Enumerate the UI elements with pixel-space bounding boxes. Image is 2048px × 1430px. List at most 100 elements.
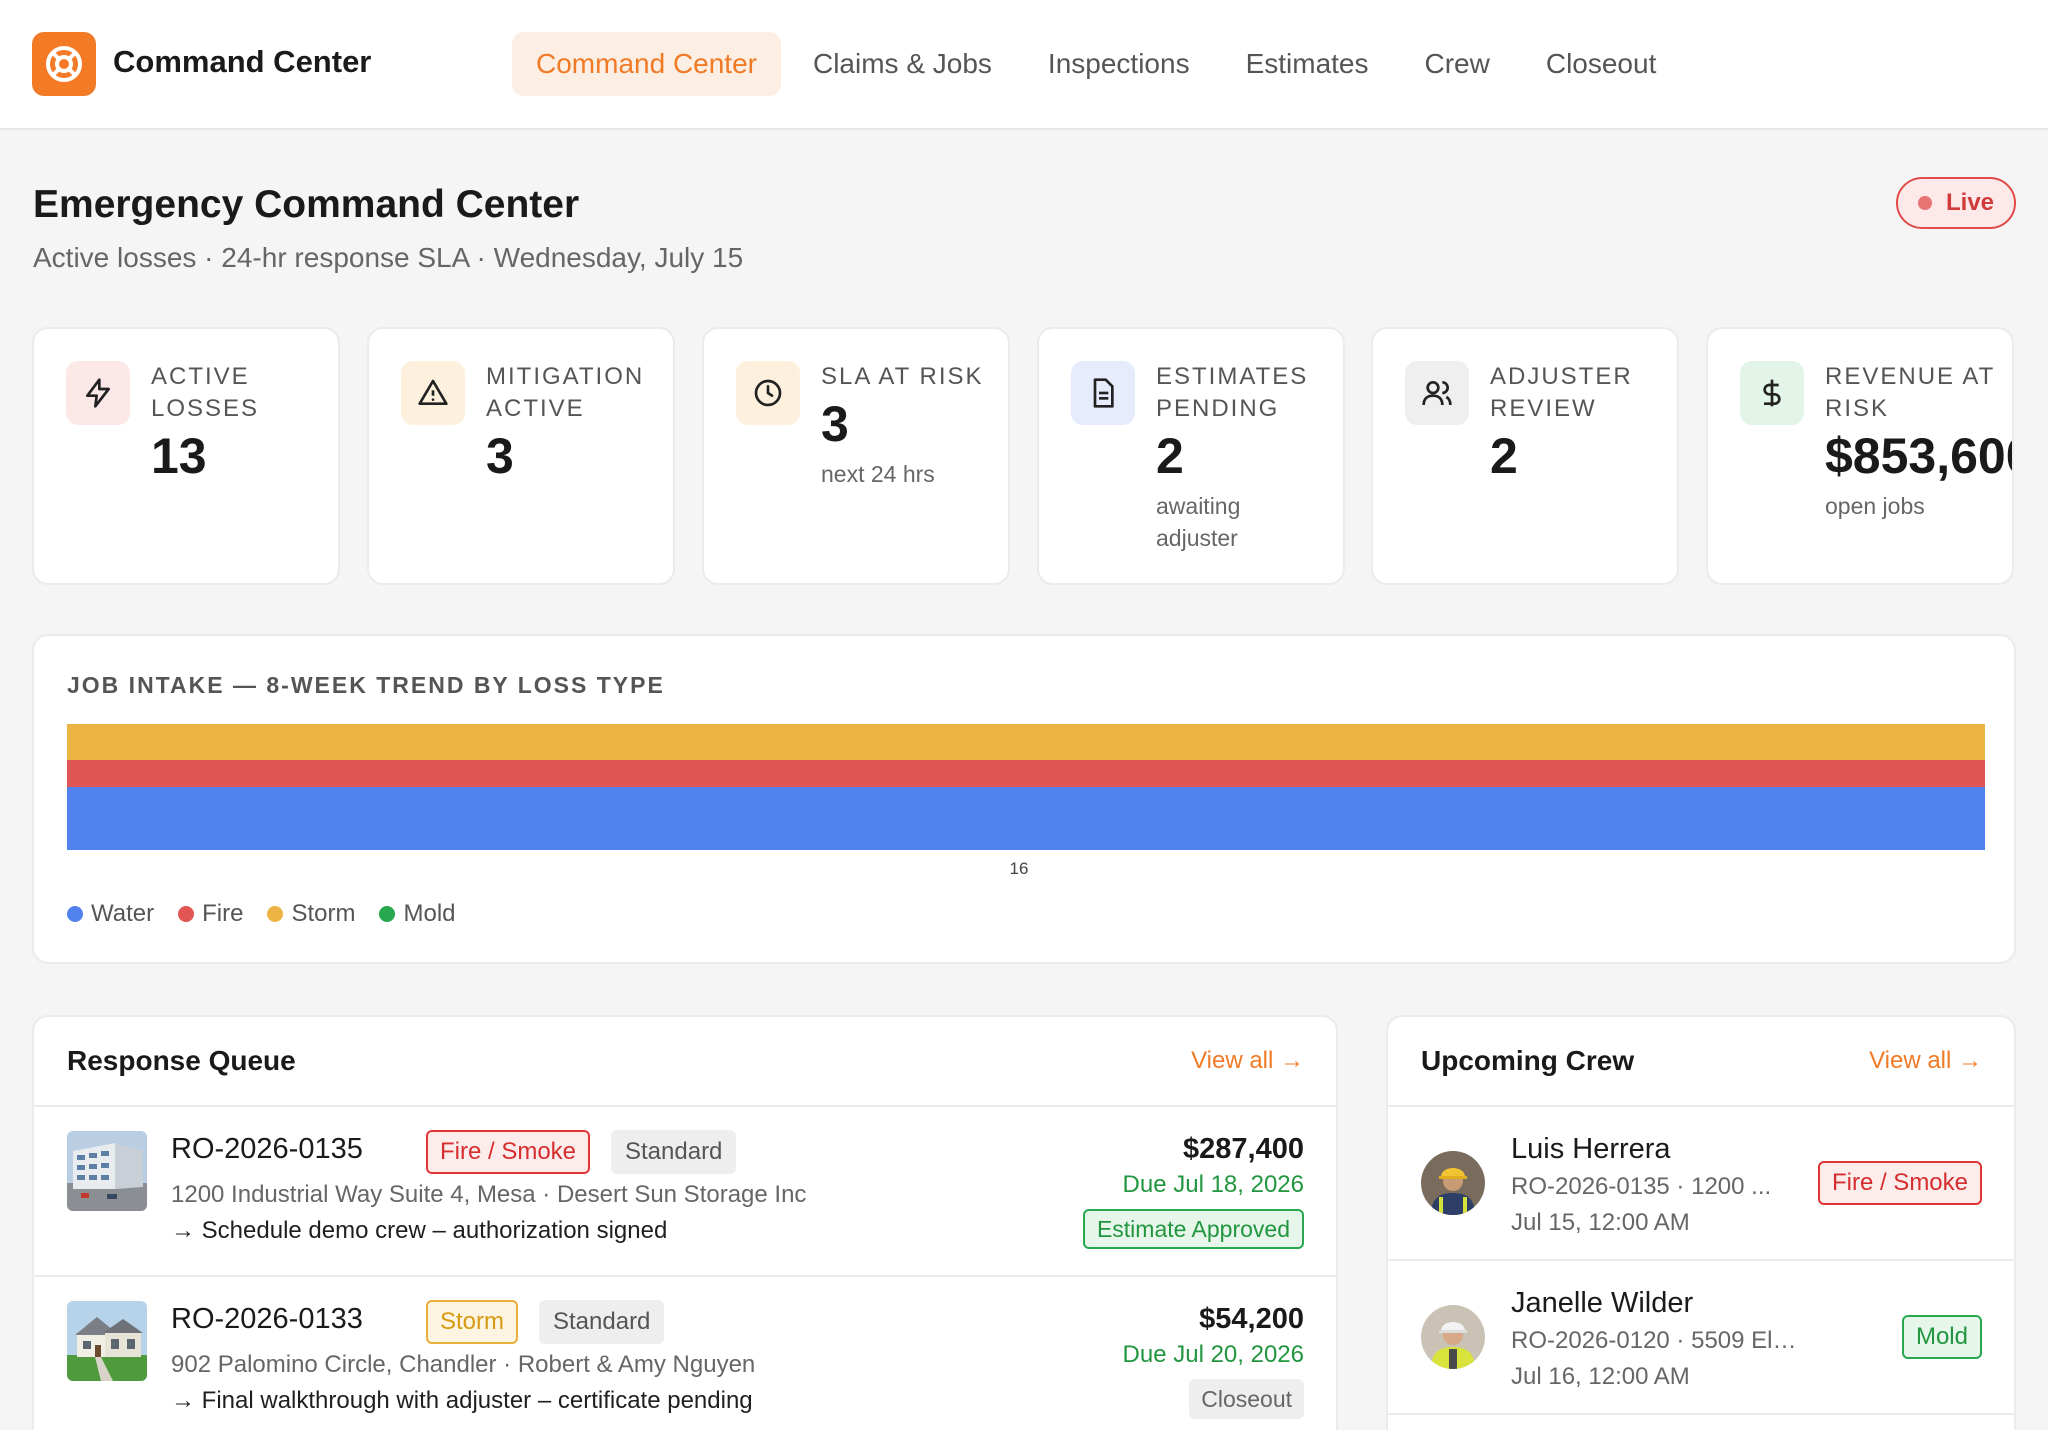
loss-type-tag: Fire / Smoke [426, 1130, 591, 1174]
view-all-link[interactable]: View all → [1869, 1047, 1982, 1075]
loss-type-tag: Fire / Smoke [1817, 1161, 1982, 1205]
legend-dot-icon [379, 906, 396, 922]
job-id[interactable]: RO-2026-0135 [171, 1133, 363, 1166]
top-nav-bar: Command Center Command Center Claims & J… [0, 0, 2048, 130]
nav-crew[interactable]: Crew [1401, 32, 1514, 96]
kpi-sub: next 24 hrs [821, 461, 935, 487]
nav-command-center[interactable]: Command Center [512, 32, 781, 96]
kpi-sub: awaiting adjuster [1156, 493, 1241, 551]
job-id[interactable]: RO-2026-0133 [171, 1303, 363, 1336]
nav-inspections[interactable]: Inspections [1024, 32, 1214, 96]
page-subtitle: Active losses · 24-hr response SLA · Wed… [33, 242, 744, 273]
legend-item-storm[interactable]: Storm [267, 900, 355, 928]
lifebuoy-icon [46, 46, 82, 82]
kpi-card-active-losses[interactable]: Active Losses 13 [32, 327, 340, 585]
response-queue-card: Response Queue View all → RO-2026-0135 F… [32, 1015, 1338, 1430]
live-label: Live [1945, 189, 1995, 216]
priority-tag: Standard [611, 1130, 737, 1174]
kpi-card-estimates-pending[interactable]: Estimates Pending 2 awaiting adjuster [1037, 327, 1345, 585]
next-step: → Schedule demo crew – authorization sig… [171, 1217, 668, 1244]
due-date: Due Jul 20, 2026 [1122, 1341, 1304, 1368]
queue-row[interactable]: RO-2026-0133 Storm Standard 902 Palomino… [34, 1277, 1336, 1430]
clock-icon [736, 361, 800, 425]
live-badge: Live [1896, 177, 2016, 229]
job-intake-chart-card: JOB INTAKE — 8-WEEK TREND BY LOSS TYPE 1… [32, 634, 2016, 964]
kpi-card-adjuster-review[interactable]: Adjuster Review 2 [1371, 327, 1679, 585]
kpi-value: 3 [821, 396, 849, 452]
kpi-sub: open jobs [1825, 493, 1925, 519]
nav-closeout[interactable]: Closeout [1522, 32, 1681, 96]
x-tick-label: 16 [1010, 859, 1029, 874]
legend-label: Water [91, 900, 155, 927]
job-address: 1200 Industrial Way Suite 4, Mesa · Dese… [171, 1181, 807, 1208]
legend-label: Storm [291, 900, 356, 927]
kpi-value: $853,600 [1825, 428, 2014, 484]
legend-item-water[interactable]: Water [67, 900, 154, 928]
series-area-fire [67, 760, 1985, 787]
loss-type-tag: Mold [1901, 1315, 1982, 1359]
due-date: Due Jul 18, 2026 [1122, 1171, 1304, 1198]
job-intake-chart: 16 [67, 724, 1985, 874]
job-amount: $287,400 [1183, 1133, 1304, 1165]
live-dot-icon [1917, 196, 1932, 210]
job-address: 902 Palomino Circle, Chandler · Robert &… [171, 1351, 756, 1378]
upcoming-crew-card: Upcoming Crew View all → Luis Herrera RO… [1386, 1015, 2016, 1430]
kpi-label: SLA at Risk [821, 363, 984, 390]
legend-dot-icon [267, 906, 284, 922]
series-area-storm [67, 724, 1985, 760]
legend-item-fire[interactable]: Fire [178, 900, 243, 928]
chart-title: JOB INTAKE — 8-WEEK TREND BY LOSS TYPE [67, 672, 665, 698]
kpi-value: 2 [1490, 428, 1518, 484]
app-logo[interactable] [32, 32, 96, 96]
series-area-water [67, 787, 1985, 850]
kpi-label: Adjuster Review [1490, 363, 1633, 422]
crew-time: Jul 16, 12:00 AM [1511, 1363, 1690, 1390]
kpi-value: 2 [1156, 428, 1184, 484]
upcoming-crew-title: Upcoming Crew [1421, 1045, 1635, 1076]
chart-legend: Water Fire Storm Mold [67, 900, 480, 928]
crew-name: Luis Herrera [1511, 1133, 1671, 1165]
kpi-card-mitigation-active[interactable]: Mitigation Active 3 [367, 327, 675, 585]
legend-item-mold[interactable]: Mold [379, 900, 456, 928]
card-header: Response Queue View all → [34, 1017, 1336, 1107]
crew-job: RO-2026-0120 · 5509 Elm Cr... [1511, 1327, 1801, 1354]
users-icon [1405, 361, 1469, 425]
kpi-label: Mitigation Active [486, 363, 645, 422]
legend-dot-icon [67, 906, 83, 922]
kpi-card-revenue-at-risk[interactable]: Revenue at Risk $853,600 open jobs [1706, 327, 2014, 585]
crew-row[interactable]: Janelle Wilder RO-2026-0120 · 5509 Elm C… [1388, 1261, 2014, 1415]
response-queue-title: Response Queue [67, 1045, 296, 1076]
priority-tag: Standard [539, 1300, 665, 1344]
dollar-icon [1740, 361, 1804, 425]
loss-type-tag: Storm [426, 1300, 519, 1344]
app-title: Command Center [113, 44, 372, 79]
kpi-card-sla-at-risk[interactable]: SLA at Risk 3 next 24 hrs [702, 327, 1010, 585]
property-thumbnail [67, 1301, 147, 1381]
document-icon [1071, 361, 1135, 425]
crew-row[interactable]: Luis Herrera RO-2026-0135 · 1200 ... Jul… [1388, 1107, 2014, 1261]
legend-label: Fire [202, 900, 244, 927]
warning-icon [401, 361, 465, 425]
card-header: Upcoming Crew View all → [1388, 1017, 2014, 1107]
kpi-label: Active Losses [151, 363, 260, 422]
page-title: Emergency Command Center [33, 183, 580, 226]
legend-label: Mold [403, 900, 456, 927]
nav-claims-jobs[interactable]: Claims & Jobs [789, 32, 1016, 96]
kpi-label: Revenue at Risk [1825, 363, 1995, 422]
bolt-icon [66, 361, 130, 425]
main-nav: Command Center Claims & Jobs Inspections… [512, 32, 1688, 96]
status-badge: Closeout [1189, 1379, 1304, 1419]
avatar [1421, 1305, 1485, 1369]
avatar [1421, 1151, 1485, 1215]
nav-estimates[interactable]: Estimates [1222, 32, 1393, 96]
kpi-label: Estimates Pending [1156, 363, 1309, 422]
crew-time: Jul 15, 12:00 AM [1511, 1209, 1690, 1236]
property-thumbnail [67, 1131, 147, 1211]
view-all-link[interactable]: View all → [1191, 1047, 1304, 1075]
queue-row[interactable]: RO-2026-0135 Fire / Smoke Standard 1200 … [34, 1107, 1336, 1277]
kpi-value: 13 [151, 428, 207, 484]
status-badge: Estimate Approved [1082, 1209, 1304, 1249]
job-amount: $54,200 [1199, 1303, 1304, 1335]
kpi-value: 3 [486, 428, 514, 484]
legend-dot-icon [178, 906, 195, 922]
